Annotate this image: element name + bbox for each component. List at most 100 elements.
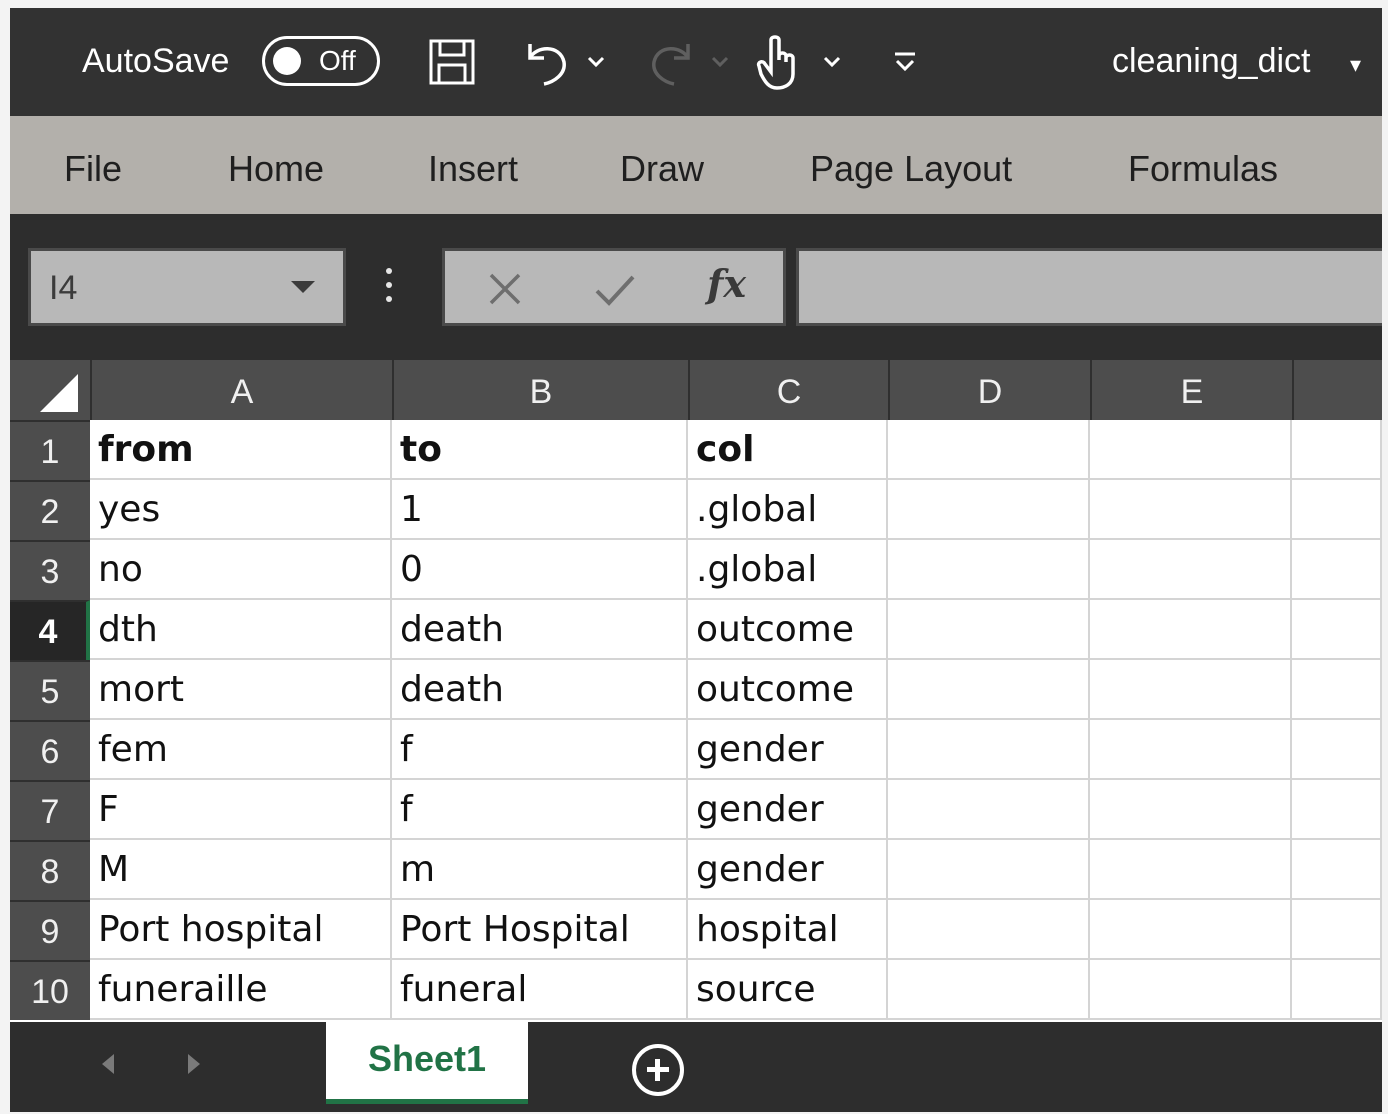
table-cell[interactable] [888, 840, 1090, 900]
table-cell[interactable]: death [392, 660, 688, 720]
table-cell[interactable]: gender [688, 840, 888, 900]
undo-icon[interactable] [516, 32, 576, 92]
row-header-5[interactable]: 5 [10, 660, 90, 720]
formula-input[interactable] [796, 248, 1382, 326]
undo-dropdown-icon[interactable] [584, 32, 608, 92]
document-title[interactable]: cleaning_dict [1112, 42, 1310, 81]
table-cell[interactable]: to [392, 420, 688, 480]
table-cell[interactable] [1090, 600, 1292, 660]
table-cell[interactable] [1090, 660, 1292, 720]
table-cell[interactable]: f [392, 780, 688, 840]
insert-function-icon[interactable]: fx [707, 261, 746, 306]
customize-qat-icon[interactable] [890, 32, 920, 92]
scroll-left-icon[interactable] [102, 1054, 114, 1074]
table-cell[interactable]: m [392, 840, 688, 900]
table-cell[interactable] [1090, 480, 1292, 540]
table-cell[interactable]: funeraille [90, 960, 392, 1020]
table-cell[interactable] [888, 540, 1090, 600]
table-cell[interactable] [1292, 420, 1382, 480]
table-cell[interactable]: Port Hospital [392, 900, 688, 960]
table-cell[interactable]: source [688, 960, 888, 1020]
table-cell[interactable]: outcome [688, 660, 888, 720]
name-box[interactable]: I4 [28, 248, 346, 326]
row-header-7[interactable]: 7 [10, 780, 90, 840]
table-cell[interactable] [1292, 840, 1382, 900]
table-cell[interactable] [1292, 720, 1382, 780]
table-cell[interactable] [1090, 960, 1292, 1020]
tab-page-layout[interactable]: Page Layout [810, 148, 1012, 190]
tab-insert[interactable]: Insert [428, 148, 518, 190]
tab-file[interactable]: File [64, 148, 122, 190]
table-cell[interactable]: 0 [392, 540, 688, 600]
table-cell[interactable]: no [90, 540, 392, 600]
table-cell[interactable] [888, 720, 1090, 780]
table-cell[interactable] [888, 600, 1090, 660]
column-header-d[interactable]: D [888, 360, 1090, 420]
table-cell[interactable]: gender [688, 720, 888, 780]
table-cell[interactable] [1090, 720, 1292, 780]
touch-mode-icon[interactable] [752, 32, 804, 92]
table-cell[interactable] [888, 900, 1090, 960]
row-header-8[interactable]: 8 [10, 840, 90, 900]
save-icon[interactable] [424, 32, 480, 92]
table-cell[interactable] [1292, 480, 1382, 540]
table-cell[interactable] [888, 480, 1090, 540]
tab-draw[interactable]: Draw [620, 148, 704, 190]
table-cell[interactable] [1292, 660, 1382, 720]
column-header-a[interactable]: A [90, 360, 392, 420]
table-cell[interactable] [888, 960, 1090, 1020]
tab-formulas[interactable]: Formulas [1128, 148, 1278, 190]
table-cell[interactable]: M [90, 840, 392, 900]
column-header-f[interactable] [1292, 360, 1382, 420]
table-cell[interactable]: hospital [688, 900, 888, 960]
table-cell[interactable]: Port hospital [90, 900, 392, 960]
tab-home[interactable]: Home [228, 148, 324, 190]
autosave-toggle[interactable]: Off [262, 36, 380, 86]
column-header-e[interactable]: E [1090, 360, 1292, 420]
table-cell[interactable]: death [392, 600, 688, 660]
table-cell[interactable] [888, 420, 1090, 480]
table-cell[interactable]: gender [688, 780, 888, 840]
row-header-6[interactable]: 6 [10, 720, 90, 780]
table-cell[interactable] [888, 780, 1090, 840]
table-cell[interactable]: f [392, 720, 688, 780]
table-cell[interactable] [888, 660, 1090, 720]
sheet-tab-sheet1[interactable]: Sheet1 [326, 1022, 528, 1104]
table-cell[interactable]: mort [90, 660, 392, 720]
table-cell[interactable]: fem [90, 720, 392, 780]
table-cell[interactable]: dth [90, 600, 392, 660]
scroll-right-icon[interactable] [188, 1054, 200, 1074]
table-cell[interactable] [1090, 780, 1292, 840]
row-header-9[interactable]: 9 [10, 900, 90, 960]
table-cell[interactable]: from [90, 420, 392, 480]
chevron-down-icon[interactable]: ▾ [1350, 52, 1361, 78]
add-sheet-icon[interactable] [632, 1044, 684, 1096]
table-cell[interactable]: yes [90, 480, 392, 540]
table-cell[interactable] [1090, 540, 1292, 600]
row-header-4[interactable]: 4 [10, 600, 90, 660]
table-cell[interactable] [1090, 900, 1292, 960]
table-cell[interactable] [1292, 540, 1382, 600]
table-cell[interactable] [1292, 780, 1382, 840]
select-all-button[interactable] [10, 360, 90, 420]
table-cell[interactable] [1090, 420, 1292, 480]
table-cell[interactable] [1292, 600, 1382, 660]
table-cell[interactable]: funeral [392, 960, 688, 1020]
table-cell[interactable]: .global [688, 540, 888, 600]
row-header-10[interactable]: 10 [10, 960, 90, 1020]
row-header-3[interactable]: 3 [10, 540, 90, 600]
table-cell[interactable]: outcome [688, 600, 888, 660]
table-cell[interactable] [1292, 960, 1382, 1020]
name-box-dropdown-icon[interactable] [291, 281, 315, 293]
table-cell[interactable]: 1 [392, 480, 688, 540]
touch-dropdown-icon[interactable] [820, 32, 844, 92]
more-options-icon[interactable] [386, 268, 392, 310]
table-cell[interactable]: col [688, 420, 888, 480]
table-cell[interactable]: F [90, 780, 392, 840]
table-cell[interactable] [1292, 900, 1382, 960]
column-header-b[interactable]: B [392, 360, 688, 420]
row-header-2[interactable]: 2 [10, 480, 90, 540]
column-header-c[interactable]: C [688, 360, 888, 420]
table-cell[interactable] [1090, 840, 1292, 900]
row-header-1[interactable]: 1 [10, 420, 90, 480]
